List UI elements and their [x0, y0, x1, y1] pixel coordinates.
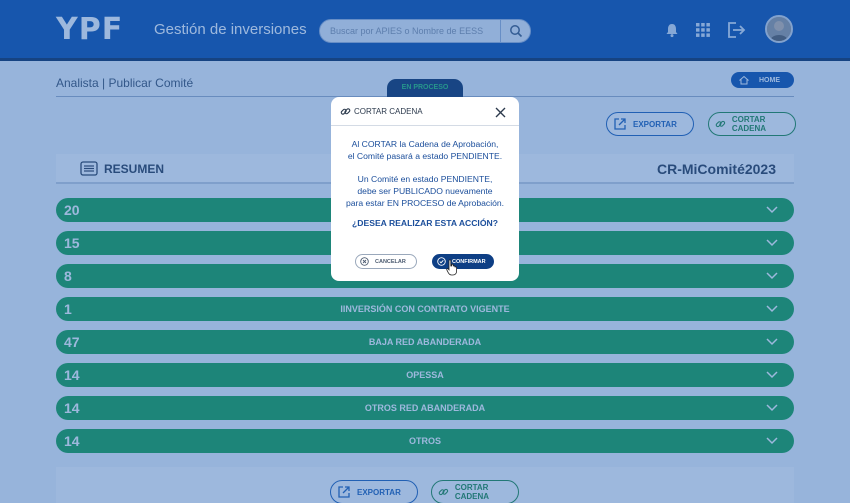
close-icon	[495, 107, 505, 117]
dialog-message-line: el Comité pasará a estado PENDIENTE.	[347, 151, 503, 161]
cancel-icon	[360, 257, 369, 266]
cancel-label: CANCELAR	[375, 258, 406, 265]
cut-chain-dialog: CORTAR CADENA Al CORTAR la Cadena de Apr…	[331, 97, 519, 281]
cursor-hand-icon	[446, 259, 457, 276]
dialog-title-text: CORTAR CADENA	[354, 107, 423, 116]
dialog-close-button[interactable]	[493, 105, 507, 119]
confirm-button[interactable]: CONFIRMAR	[432, 254, 494, 269]
dialog-message-line: Al CORTAR la Cadena de Aprobación,	[351, 139, 499, 149]
dialog-title: CORTAR CADENA	[340, 106, 423, 117]
cancel-button[interactable]: CANCELAR	[355, 254, 417, 269]
dialog-question: ¿DESEA REALIZAR ESTA ACCIÓN?	[352, 218, 498, 228]
dialog-message-line: Un Comité en estado PENDIENTE,	[357, 174, 493, 184]
dialog-message-line: para estar EN PROCESO de Aprobación.	[345, 198, 505, 208]
dialog-message-line: debe ser PUBLICADO nuevamente	[357, 186, 493, 196]
dialog-divider	[331, 125, 519, 126]
link-icon	[340, 108, 351, 115]
check-icon	[437, 257, 446, 266]
